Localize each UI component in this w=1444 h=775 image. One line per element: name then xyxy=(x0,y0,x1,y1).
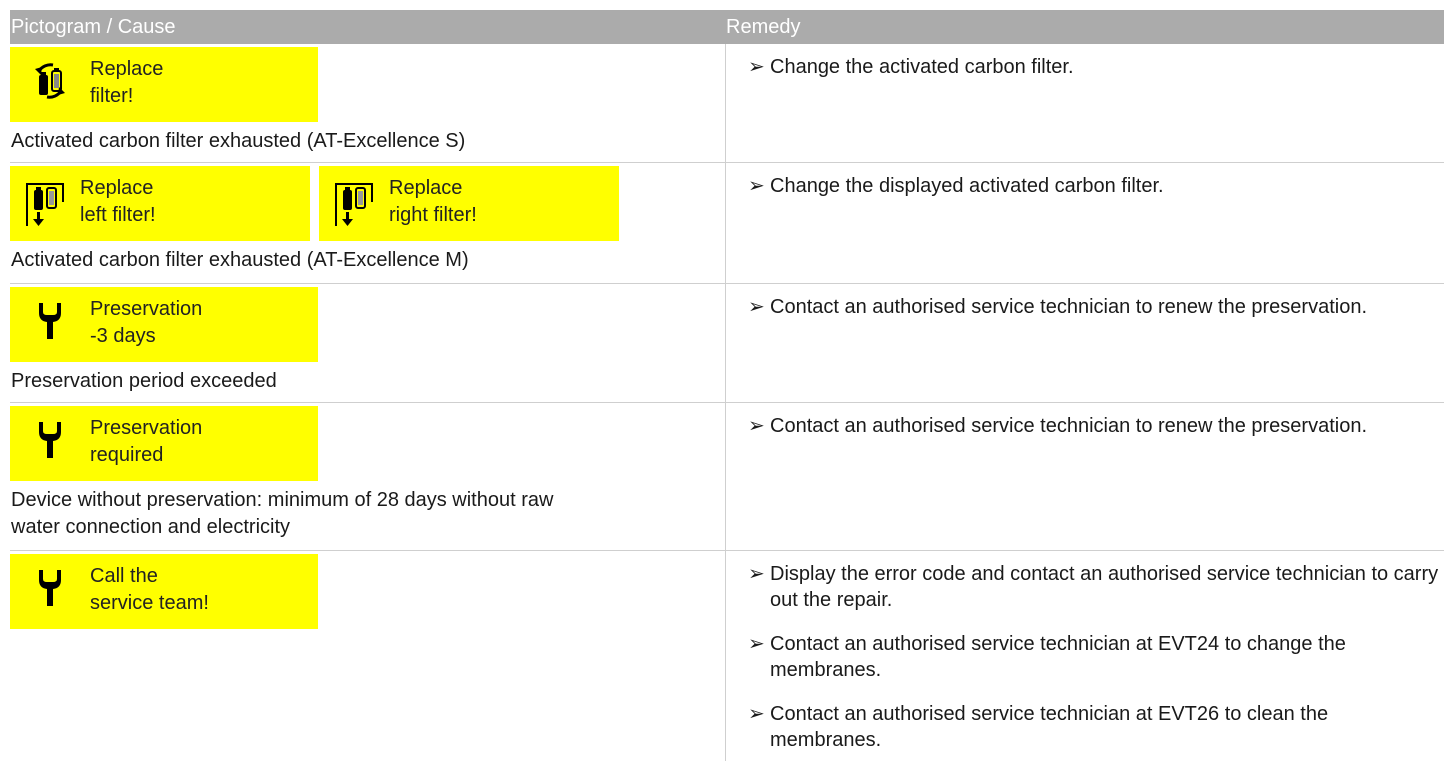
display-line2: filter! xyxy=(90,85,134,107)
header-remedy: Remedy xyxy=(726,16,801,38)
table-row: Preservation -3 days Preservation period… xyxy=(10,284,1444,403)
display-pictogram: Call the service team! xyxy=(10,554,318,629)
display-pictogram: Replace right filter! xyxy=(319,166,619,241)
display-line1: Call the xyxy=(90,565,158,587)
pictogram-cause-cell: Call the service team! xyxy=(10,551,726,761)
remedy-item: ➢ Contact an authorised service technici… xyxy=(748,613,1444,683)
display-line2: service team! xyxy=(90,592,209,614)
remedy-cell: ➢ Contact an authorised service technici… xyxy=(726,284,1444,402)
display-pictogram: Replace filter! xyxy=(10,47,318,122)
remedy-item: ➢ Change the displayed activated carbon … xyxy=(748,163,1444,199)
bullet-arrow-icon: ➢ xyxy=(748,633,765,655)
display-pictogram: Preservation -3 days xyxy=(10,287,318,362)
remedy-text: Display the error code and contact an au… xyxy=(770,563,1439,611)
display-line1: Preservation xyxy=(90,298,203,320)
remedy-item: ➢ Contact an authorised service technici… xyxy=(748,403,1444,439)
display-line1: Preservation xyxy=(90,417,203,439)
remedy-item: ➢ Contact an authorised service technici… xyxy=(748,284,1444,320)
remedy-cell: ➢ Change the displayed activated carbon … xyxy=(726,163,1444,283)
pictogram-group: Call the service team! xyxy=(10,551,725,629)
pictogram-group: Replace left filter! Replace right filte… xyxy=(10,163,725,241)
cause-text: Activated carbon filter exhausted (AT-Ex… xyxy=(11,130,466,152)
table-row: Call the service team! ➢ Display the err… xyxy=(10,551,1444,761)
bullet-arrow-icon: ➢ xyxy=(748,56,765,78)
table-header: Pictogram / Cause Remedy xyxy=(10,10,1444,44)
pictogram-cause-cell: Preservation required Device without pre… xyxy=(10,403,726,550)
cause-text: Preservation period exceeded xyxy=(11,370,277,392)
cause-text: Device without preservation: minimum of … xyxy=(11,489,554,538)
wrench-icon xyxy=(10,287,90,362)
bullet-arrow-icon: ➢ xyxy=(748,703,765,725)
display-line2: left filter! xyxy=(80,204,156,226)
filter-swap-icon xyxy=(10,47,90,122)
error-table: Pictogram / Cause Remedy Replace filter!… xyxy=(10,10,1444,761)
remedy-item: ➢ Contact an authorised service technici… xyxy=(748,683,1444,753)
table-row: Preservation required Device without pre… xyxy=(10,403,1444,551)
display-line1: Replace xyxy=(80,177,154,199)
wrench-icon xyxy=(10,406,90,481)
remedy-cell: ➢ Contact an authorised service technici… xyxy=(726,403,1444,550)
bullet-arrow-icon: ➢ xyxy=(748,563,765,585)
pictogram-group: Replace filter! xyxy=(10,44,725,122)
table-row: Replace left filter! Replace right filte… xyxy=(10,163,1444,284)
pictogram-cause-cell: Replace left filter! Replace right filte… xyxy=(10,163,726,283)
bullet-arrow-icon: ➢ xyxy=(748,415,765,437)
table-row: Replace filter! Activated carbon filter … xyxy=(10,44,1444,163)
bullet-arrow-icon: ➢ xyxy=(748,296,765,318)
left-filter-icon xyxy=(10,166,80,241)
display-line2: right filter! xyxy=(389,204,477,226)
remedy-text: Contact an authorised service technician… xyxy=(770,296,1368,318)
pictogram-cause-cell: Replace filter! Activated carbon filter … xyxy=(10,44,726,162)
pictogram-cause-cell: Preservation -3 days Preservation period… xyxy=(10,284,726,402)
remedy-text: Change the activated carbon filter. xyxy=(770,56,1074,78)
display-pictogram: Replace left filter! xyxy=(10,166,310,241)
header-pictogram-cause: Pictogram / Cause xyxy=(11,16,176,38)
display-line2: -3 days xyxy=(90,325,156,347)
wrench-icon xyxy=(10,554,90,629)
display-line2: required xyxy=(90,444,164,466)
right-filter-icon xyxy=(319,166,389,241)
bullet-arrow-icon: ➢ xyxy=(748,175,765,197)
display-line1: Replace xyxy=(90,58,164,80)
remedy-text: Contact an authorised service technician… xyxy=(770,415,1368,437)
remedy-item: ➢ Display the error code and contact an … xyxy=(748,551,1444,613)
remedy-text: Contact an authorised service technician… xyxy=(770,703,1329,751)
cause-text: Activated carbon filter exhausted (AT-Ex… xyxy=(11,249,469,271)
remedy-cell: ➢ Display the error code and contact an … xyxy=(726,551,1444,761)
display-pictogram: Preservation required xyxy=(10,406,318,481)
remedy-text: Contact an authorised service technician… xyxy=(770,633,1346,681)
pictogram-group: Preservation required xyxy=(10,403,725,481)
pictogram-group: Preservation -3 days xyxy=(10,284,725,362)
remedy-cell: ➢ Change the activated carbon filter. xyxy=(726,44,1444,162)
remedy-item: ➢ Change the activated carbon filter. xyxy=(748,44,1444,80)
remedy-text: Change the displayed activated carbon fi… xyxy=(770,175,1164,197)
display-line1: Replace xyxy=(389,177,463,199)
